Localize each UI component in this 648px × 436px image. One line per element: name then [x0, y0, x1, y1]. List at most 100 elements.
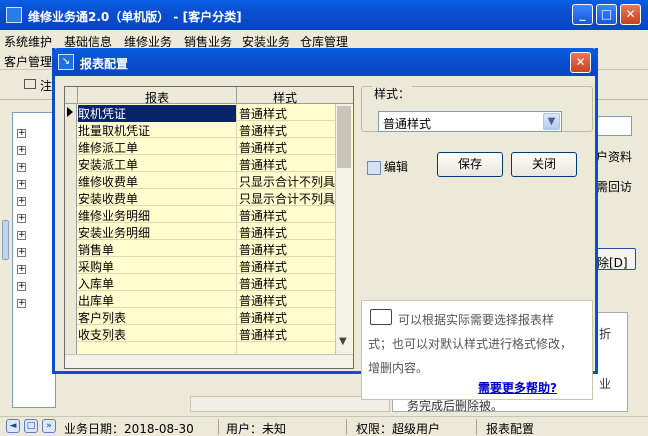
table-row[interactable]: 销售单 普通样式	[77, 240, 335, 257]
style-cell[interactable]: 普通样式	[239, 156, 337, 173]
style-cell[interactable]: 普通样式	[239, 258, 337, 275]
status-separator	[218, 419, 219, 435]
report-cell[interactable]: 销售单	[78, 241, 236, 258]
close-button[interactable]: 关闭	[511, 152, 577, 177]
dialog-title: 报表配置	[80, 57, 129, 71]
app-icon	[6, 7, 22, 23]
save-button[interactable]: 保存	[437, 152, 503, 177]
table-row[interactable]: 维修派工单 普通样式	[77, 138, 335, 155]
toolbar-icon	[24, 79, 36, 89]
tree-expand-icon[interactable]: +	[17, 231, 26, 240]
close-button-label: 关闭	[531, 157, 556, 171]
category-tree: + + + + + + + + + + +	[12, 112, 56, 408]
table-row[interactable]: 维修业务明细 普通样式	[77, 206, 335, 223]
table-row[interactable]: 取机凭证 普通样式	[77, 104, 337, 122]
tree-expand-icon[interactable]: +	[17, 299, 26, 308]
report-cell[interactable]: 安装派工单	[78, 156, 236, 173]
report-cell[interactable]: 入库单	[78, 275, 236, 292]
scroll-down-icon[interactable]: ▼	[339, 336, 347, 347]
chevron-down-icon[interactable]: ▼	[543, 113, 560, 130]
tree-expand-icon[interactable]: +	[17, 214, 26, 223]
style-cell[interactable]: 普通样式	[239, 122, 337, 139]
report-cell[interactable]: 出库单	[78, 292, 236, 309]
dialog-close-button[interactable]: ✕	[570, 52, 591, 73]
style-dropdown[interactable]: 普通样式 ▼	[378, 111, 562, 132]
style-label: 样式：	[372, 85, 413, 102]
right-text-2: 需回访	[596, 180, 633, 194]
edit-button-label: 编辑	[384, 160, 409, 174]
maximize-button[interactable]: □	[596, 4, 617, 25]
report-cell[interactable]: 收支列表	[78, 326, 236, 343]
status-permission: 权限：超级用户	[356, 422, 441, 436]
edit-icon	[367, 160, 381, 175]
minimize-button[interactable]: _	[572, 4, 593, 25]
table-row[interactable]: 客户列表 普通样式	[77, 308, 335, 325]
style-cell[interactable]: 普通样式	[239, 292, 337, 309]
grid-header: 报表 样式	[65, 87, 353, 105]
style-cell[interactable]: 只显示合计不列具	[239, 173, 337, 190]
tree-expand-icon[interactable]: +	[17, 248, 26, 257]
more-help-link[interactable]: 需要更多帮助?	[478, 379, 557, 396]
tree-expand-icon[interactable]: +	[17, 282, 26, 291]
delete-button[interactable]: 除[D]	[596, 248, 636, 270]
style-cell[interactable]: 普通样式	[239, 309, 337, 326]
dialog-app-icon: ↘	[58, 54, 74, 70]
report-cell[interactable]: 维修收费单	[78, 173, 236, 190]
help-text-line-1: 可以根据实际需要选择报表样	[398, 313, 555, 327]
main-window-title: 维修业务通2.0（单机版） - [客户分类]	[28, 10, 242, 24]
grid-vertical-scrollbar[interactable]: ▼	[335, 104, 352, 354]
style-dropdown-value: 普通样式	[383, 117, 432, 131]
edit-button[interactable]: 编辑	[367, 158, 408, 175]
tree-expand-icon[interactable]: +	[17, 180, 26, 189]
table-row[interactable]: 安装业务明细 普通样式	[77, 223, 335, 240]
table-row[interactable]: 维修收费单 只显示合计不列具	[77, 172, 335, 189]
menu-item-system[interactable]: 系统维护	[4, 33, 52, 50]
report-cell[interactable]: 安装收费单	[78, 190, 236, 207]
table-row[interactable]: 安装收费单 只显示合计不列具	[77, 189, 335, 206]
current-row-pointer-icon	[67, 107, 73, 117]
style-cell[interactable]: 普通样式	[239, 224, 337, 241]
tree-expand-icon[interactable]: +	[17, 197, 26, 206]
nav-page-icon[interactable]: □	[24, 419, 38, 433]
report-cell[interactable]: 客户列表	[78, 309, 236, 326]
report-cell[interactable]: 安装业务明细	[78, 224, 236, 241]
report-cell[interactable]: 批量取机凭证	[78, 122, 236, 139]
style-cell[interactable]: 普通样式	[239, 105, 337, 122]
report-cell[interactable]: 维修业务明细	[78, 207, 236, 224]
report-cell[interactable]: 采购单	[78, 258, 236, 275]
tree-expand-icon[interactable]: +	[17, 265, 26, 274]
report-cell[interactable]: 取机凭证	[78, 105, 236, 122]
table-row[interactable]: 收支列表 普通样式	[77, 325, 335, 342]
status-separator	[476, 419, 477, 435]
header-separator	[77, 87, 78, 104]
table-row[interactable]: 批量取机凭证 普通样式	[77, 121, 335, 138]
save-button-label: 保存	[457, 157, 482, 171]
table-row[interactable]: 出库单 普通样式	[77, 291, 335, 308]
tree-expand-icon[interactable]: +	[17, 163, 26, 172]
nav-prev-icon[interactable]: ◄	[6, 419, 20, 433]
style-cell[interactable]: 普通样式	[239, 207, 337, 224]
help-text-line-2: 式；也可以对默认样式进行格式修改，	[368, 337, 573, 351]
notes-text-1: 折	[599, 327, 612, 341]
main-close-button[interactable]: ✕	[620, 4, 641, 25]
tree-expand-icon[interactable]: +	[17, 146, 26, 155]
nav-next-icon[interactable]: »	[42, 419, 56, 433]
report-cell[interactable]: 维修派工单	[78, 139, 236, 156]
table-row[interactable]: 安装派工单 普通样式	[77, 155, 335, 172]
style-cell[interactable]: 普通样式	[239, 139, 337, 156]
horizontal-scrollbar[interactable]	[190, 396, 390, 412]
scrollbar-thumb[interactable]	[337, 106, 351, 168]
table-row[interactable]: 采购单 普通样式	[77, 257, 335, 274]
toolbar-button-label: 注	[40, 79, 53, 93]
style-cell[interactable]: 只显示合计不列具	[239, 190, 337, 207]
style-cell[interactable]: 普通样式	[239, 275, 337, 292]
style-cell[interactable]: 普通样式	[239, 326, 337, 343]
table-row[interactable]: 入库单 普通样式	[77, 274, 335, 291]
status-user: 用户：未知	[226, 422, 287, 436]
right-input-box[interactable]	[596, 116, 632, 136]
splitter-handle[interactable]	[2, 220, 9, 260]
tree-expand-icon[interactable]: +	[17, 129, 26, 138]
style-cell[interactable]: 普通样式	[239, 241, 337, 258]
report-config-dialog: ↘ 报表配置 ✕ 报表 样式 取机凭证 普通样式 批量取机凭证 普通样式 维修派工单…	[52, 48, 598, 400]
grid-horizontal-scrollbar[interactable]	[65, 354, 353, 368]
